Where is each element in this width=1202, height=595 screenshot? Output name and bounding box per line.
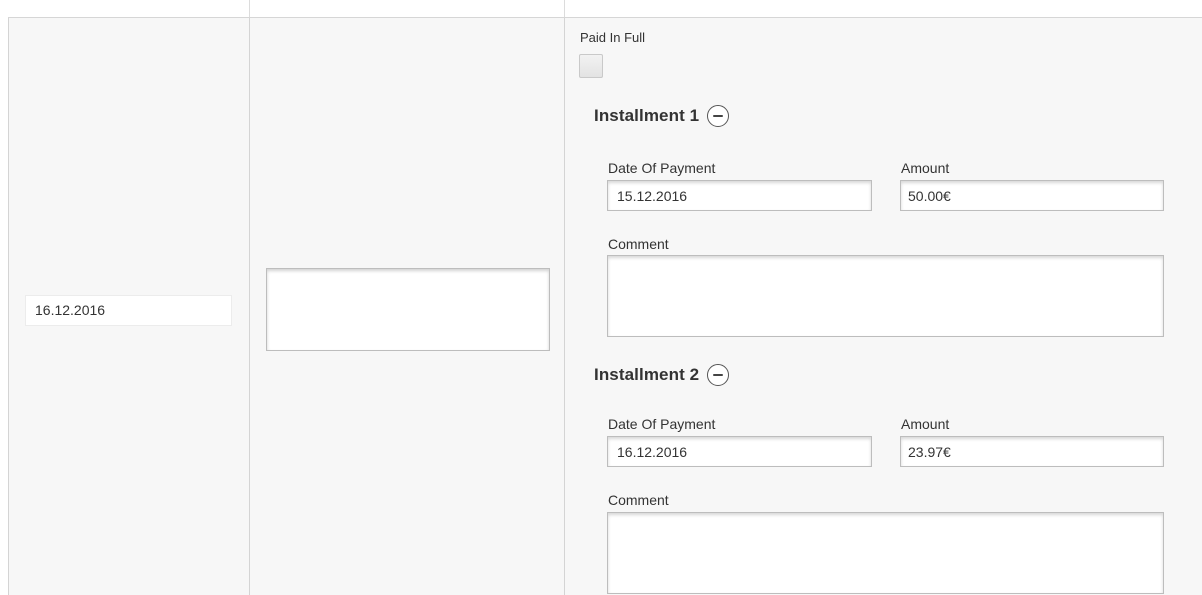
comment-label: Comment [608, 492, 669, 508]
empty-text-box[interactable] [266, 268, 550, 351]
paid-in-full-label: Paid In Full [580, 30, 646, 45]
payment-page: 16.12.2016 Paid In Full Installment 1 Da… [0, 0, 1202, 595]
date-of-payment-label: Date Of Payment [608, 160, 716, 176]
installment-2-heading: Installment 2 [594, 364, 730, 386]
table-row: 16.12.2016 Paid In Full Installment 1 Da… [8, 17, 1202, 595]
installment-title: Installment 2 [594, 365, 700, 384]
column-divider [249, 0, 250, 17]
date-of-payment-label: Date Of Payment [608, 416, 716, 432]
comment-label: Comment [608, 236, 669, 252]
paid-in-full-checkbox[interactable] [579, 54, 603, 78]
minus-circle-icon[interactable] [707, 105, 730, 127]
amount-label: Amount [901, 416, 950, 432]
date-column: 16.12.2016 [8, 18, 250, 595]
comment-textarea[interactable] [607, 255, 1164, 337]
minus-circle-icon[interactable] [707, 364, 730, 386]
installment-1-heading: Installment 1 [594, 105, 730, 127]
payment-column: Paid In Full Installment 1 Date Of Payme… [564, 18, 1202, 595]
amount-input[interactable] [900, 436, 1164, 467]
middle-column [249, 18, 565, 595]
column-divider [564, 0, 565, 17]
row-date: 16.12.2016 [25, 295, 232, 326]
amount-input[interactable] [900, 180, 1164, 211]
amount-label: Amount [901, 160, 950, 176]
comment-textarea[interactable] [607, 512, 1164, 594]
date-of-payment-input[interactable] [607, 180, 872, 211]
installment-title: Installment 1 [594, 106, 700, 125]
date-of-payment-input[interactable] [607, 436, 872, 467]
